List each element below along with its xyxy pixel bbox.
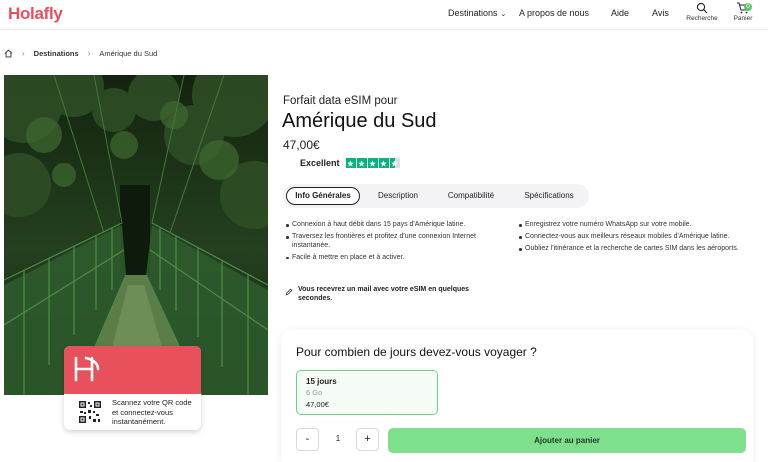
nav-help[interactable]: Aide: [611, 8, 629, 18]
plan-data: 6 Go: [306, 388, 323, 397]
cart-count-badge: 0: [744, 3, 752, 11]
plan-price: 47,00€: [306, 400, 329, 409]
qr-promo-card: Scannez votre QR code et connectez-vous …: [64, 346, 201, 430]
quantity-decrease-button[interactable]: -: [296, 428, 319, 451]
qr-instruction-text: Scannez votre QR code et connectez-vous …: [112, 398, 192, 426]
search-icon: [696, 2, 708, 14]
pencil-icon: [285, 288, 293, 296]
booking-card: Pour combien de jours devez-vous voyager…: [281, 330, 753, 462]
tab-description[interactable]: Description: [367, 187, 429, 205]
nav-destinations-label[interactable]: Destinations: [448, 8, 498, 18]
nav-about[interactable]: A propos de nous: [519, 8, 589, 18]
breadcrumb-destinations[interactable]: Destinations: [34, 49, 79, 58]
half-star-icon: [389, 158, 400, 168]
quantity-value[interactable]: 1: [331, 434, 345, 443]
feature-item: Traversez les frontières et profitez d'u…: [285, 233, 507, 250]
tab-specifications[interactable]: Spécifications: [514, 187, 584, 205]
star-icon: [378, 158, 389, 168]
star-icon: [367, 158, 378, 168]
product-price: 47,00€: [283, 138, 320, 152]
qr-code-icon: [78, 400, 102, 424]
tab-info-generales[interactable]: Info Générales: [286, 187, 360, 205]
esim-card-graphic: [64, 346, 201, 394]
breadcrumb-separator: ›: [22, 48, 25, 58]
site-header: Holafly Destinations ⌄ A propos de nous A…: [0, 0, 768, 30]
star-icon: [345, 158, 356, 168]
add-to-cart-button[interactable]: Ajouter au panier: [388, 428, 746, 453]
plan-days: 15 jours: [306, 377, 337, 386]
product-subtitle: Forfait data eSIM pour: [283, 95, 398, 107]
chevron-down-icon: ⌄: [500, 11, 507, 18]
mail-delivery-note: Vous recevrez un mail avec votre eSIM en…: [285, 286, 495, 303]
features-list-right: Enregistrez votre numéro WhatsApp sur vo…: [518, 221, 740, 257]
star-icon: [356, 158, 367, 168]
travel-days-question: Pour combien de jours devez-vous voyager…: [296, 345, 537, 359]
cart-label: Panier: [733, 15, 753, 22]
feature-item: Facile à mettre en place et à activer.: [285, 254, 507, 263]
breadcrumb-current: Amérique du Sud: [99, 48, 158, 58]
rating-stars: [345, 158, 401, 168]
home-icon[interactable]: [4, 49, 13, 58]
feature-item: Enregistrez votre numéro WhatsApp sur vo…: [518, 221, 740, 230]
mail-note-text: Vous recevrez un mail avec votre eSIM en…: [298, 286, 470, 302]
holafly-h-icon: [74, 356, 100, 382]
rating-label: Excellent: [300, 158, 340, 168]
holafly-logo[interactable]: Holafly: [8, 4, 63, 24]
cart-button[interactable]: 0 Panier: [727, 2, 759, 22]
breadcrumb-separator: ›: [87, 48, 91, 58]
feature-item: Oubliez l'itinérance et la recherche de …: [518, 245, 740, 254]
product-title: Amérique du Sud: [282, 110, 437, 132]
search-label: Recherche: [686, 15, 718, 22]
nav-destinations[interactable]: Destinations ⌄: [448, 8, 506, 18]
nav-reviews[interactable]: Avis: [652, 8, 669, 18]
tab-compatibilite[interactable]: Compatibilité: [438, 187, 504, 205]
product-tabs: Info Générales Description Compatibilité…: [283, 184, 589, 208]
quantity-increase-button[interactable]: +: [356, 428, 379, 451]
features-list-left: Connexion à haut débit dans 15 pays d'Am…: [285, 221, 507, 266]
feature-item: Connexion à haut débit dans 15 pays d'Am…: [285, 221, 507, 230]
trustpilot-rating[interactable]: Excellent: [300, 158, 401, 168]
feature-item: Connectez-vous aux meilleurs réseaux mob…: [518, 233, 740, 242]
search-button[interactable]: Recherche: [683, 2, 721, 22]
breadcrumb: › Destinations › Amérique du Sud: [4, 46, 157, 60]
plan-option-15-days[interactable]: 15 jours 6 Go 47,00€: [296, 370, 438, 415]
